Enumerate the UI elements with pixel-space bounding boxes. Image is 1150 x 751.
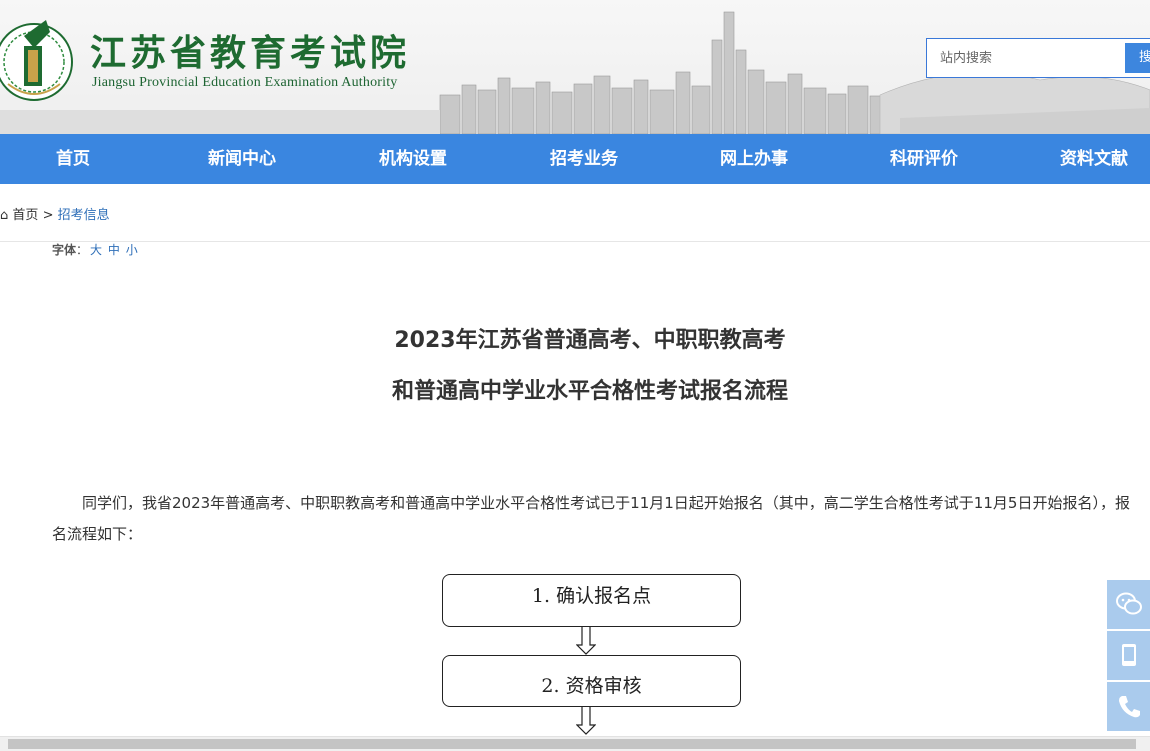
- breadcrumb-home[interactable]: 首页: [12, 208, 38, 223]
- search-button[interactable]: 搜: [1125, 43, 1150, 73]
- breadcrumb: ⌂ 首页 > 招考信息: [0, 204, 110, 223]
- nav-item-organization[interactable]: 机构设置: [379, 134, 447, 184]
- breadcrumb-current[interactable]: 招考信息: [58, 208, 110, 223]
- breadcrumb-separator: >: [42, 208, 54, 223]
- side-mobile-button[interactable]: [1107, 631, 1150, 680]
- home-icon: ⌂: [0, 208, 9, 223]
- mobile-icon: [1122, 644, 1136, 666]
- font-size-colon: ：: [76, 243, 89, 257]
- nav-item-research[interactable]: 科研评价: [890, 134, 958, 184]
- search-input[interactable]: [928, 40, 1123, 76]
- article-title-line2: 和普通高中学业水平合格性考试报名流程: [391, 379, 788, 404]
- phone-icon: [1119, 696, 1140, 718]
- nav-item-online-services[interactable]: 网上办事: [720, 134, 788, 184]
- site-header: 江苏省教育考试院 Jiangsu Provincial Education Ex…: [0, 0, 1150, 134]
- nav-item-documents[interactable]: 资料文献: [1060, 134, 1128, 184]
- jsea-emblem-icon[interactable]: [0, 14, 78, 106]
- font-size-small[interactable]: 小: [126, 243, 138, 257]
- font-size-control: 字体：大 中 小: [52, 241, 138, 258]
- font-size-large[interactable]: 大: [90, 243, 102, 257]
- font-size-label: 字体: [52, 243, 77, 257]
- nav-item-admissions[interactable]: 招考业务: [550, 134, 618, 184]
- flow-step-1: 1. 确认报名点: [442, 574, 741, 627]
- flow-arrow-icon: [576, 707, 596, 735]
- side-wechat-button[interactable]: [1107, 580, 1150, 629]
- horizontal-scrollbar[interactable]: [0, 736, 1150, 751]
- nav-item-home[interactable]: 首页: [56, 134, 90, 184]
- nav-item-news[interactable]: 新闻中心: [208, 134, 276, 184]
- site-subtitle: Jiangsu Provincial Education Examination…: [92, 75, 398, 90]
- site-title[interactable]: 江苏省教育考试院: [90, 34, 410, 74]
- main-nav: 首页 新闻中心 机构设置 招考业务 网上办事 科研评价 资料文献: [0, 134, 1150, 184]
- article-body: 同学们，我省2023年普通高考、中职职教高考和普通高中学业水平合格性考试已于11…: [52, 494, 1130, 543]
- flow-arrow-icon: [576, 627, 596, 655]
- flow-step-2: 2. 资格审核: [442, 655, 741, 707]
- font-size-medium[interactable]: 中: [108, 243, 120, 257]
- scrollbar-thumb[interactable]: [8, 739, 1136, 749]
- breadcrumb-divider: [0, 241, 1150, 242]
- side-phone-button[interactable]: [1107, 682, 1150, 731]
- wechat-icon: [1116, 592, 1142, 615]
- article-title-line1: 2023年江苏省普通高考、中职职教高考: [394, 328, 786, 353]
- search-box: 搜: [926, 38, 1150, 78]
